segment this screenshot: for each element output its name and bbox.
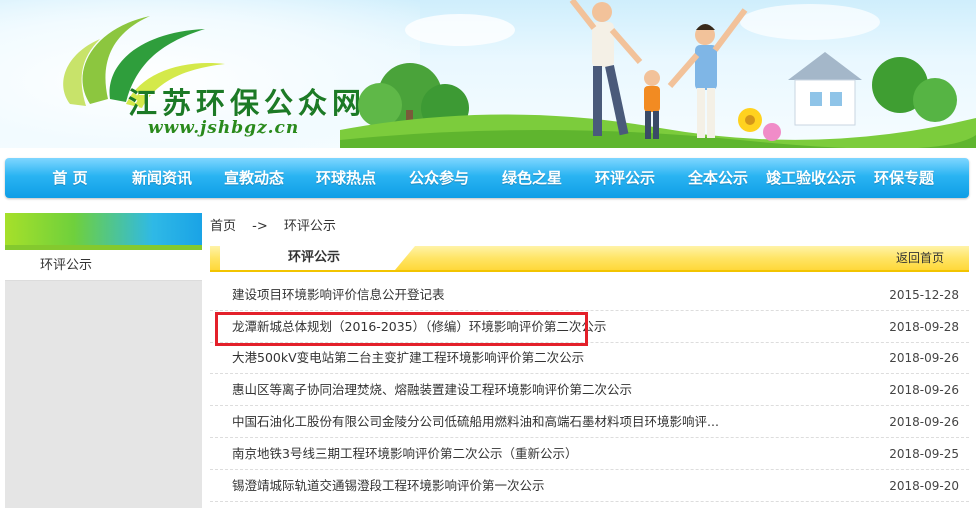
nav-item-topics[interactable]: 环保专题 bbox=[874, 158, 934, 198]
breadcrumb-separator: -> bbox=[252, 219, 268, 234]
nav-item-global[interactable]: 环球热点 bbox=[316, 158, 376, 198]
nav-item-home[interactable]: 首 页 bbox=[52, 158, 87, 198]
list-item: 中国石油化工股份有限公司金陵分公司低硫船用燃料油和高端石墨材料项目环境影响评..… bbox=[210, 407, 969, 438]
nav-item-education[interactable]: 宣教动态 bbox=[224, 158, 284, 198]
main-nav: 首 页 新闻资讯 宣教动态 环球热点 公众参与 绿色之星 环评公示 全本公示 竣… bbox=[5, 158, 969, 198]
article-date: 2018-09-26 bbox=[889, 383, 959, 397]
list-item: 南京地铁3号线三期工程环境影响评价第二次公示（重新公示） 2018-09-25 bbox=[210, 439, 969, 470]
article-title-link[interactable]: 南京地铁3号线三期工程环境影响评价第二次公示（重新公示） bbox=[232, 439, 577, 469]
nav-item-public[interactable]: 公众参与 bbox=[409, 158, 469, 198]
back-home-link[interactable]: 返回首页 bbox=[896, 246, 944, 270]
list-item: 建设项目环境影响评价信息公开登记表 2015-12-28 bbox=[210, 280, 969, 311]
article-title-link[interactable]: 中国石油化工股份有限公司金陵分公司低硫船用燃料油和高端石墨材料项目环境影响评..… bbox=[232, 407, 719, 437]
article-date: 2018-09-25 bbox=[889, 447, 959, 461]
sidebar-header bbox=[5, 213, 202, 250]
family-scene-illustration bbox=[340, 0, 976, 148]
article-date: 2018-09-26 bbox=[889, 351, 959, 365]
sidebar-panel bbox=[5, 250, 202, 508]
site-name: 江苏环保公众网 bbox=[128, 86, 367, 120]
nav-item-news[interactable]: 新闻资讯 bbox=[132, 158, 192, 198]
nav-item-acceptance[interactable]: 竣工验收公示 bbox=[766, 158, 856, 198]
nav-item-full-notice[interactable]: 全本公示 bbox=[688, 158, 748, 198]
list-item: 锡澄靖城际轨道交通锡澄段工程环境影响评价第一次公示 2018-09-20 bbox=[210, 471, 969, 502]
breadcrumb-current: 环评公示 bbox=[283, 219, 336, 234]
highlight-box bbox=[215, 312, 588, 346]
site-banner: 江苏环保公众网 www.jshbgz.cn bbox=[0, 0, 976, 148]
article-title-link[interactable]: 惠山区等离子协同治理焚烧、熔融装置建设工程环境影响评价第二次公示 bbox=[232, 375, 632, 405]
nav-item-green-star[interactable]: 绿色之星 bbox=[502, 158, 562, 198]
article-title-link[interactable]: 大港500kV变电站第二台主变扩建工程环境影响评价第二次公示 bbox=[232, 343, 584, 373]
article-date: 2018-09-28 bbox=[889, 320, 959, 334]
article-title-link[interactable]: 锡澄靖城际轨道交通锡澄段工程环境影响评价第一次公示 bbox=[232, 471, 545, 501]
site-url: www.jshbgz.cn bbox=[148, 118, 300, 138]
section-title: 环评公示 bbox=[220, 246, 415, 270]
breadcrumb: 首页 -> 环评公示 bbox=[210, 216, 336, 238]
sidebar-item-eia-notice[interactable]: 环评公示 bbox=[5, 250, 202, 281]
article-title-link[interactable]: 建设项目环境影响评价信息公开登记表 bbox=[232, 280, 445, 310]
section-title-bar: 环评公示 返回首页 bbox=[210, 246, 969, 272]
article-date: 2015-12-28 bbox=[889, 288, 959, 302]
list-item: 惠山区等离子协同治理焚烧、熔融装置建设工程环境影响评价第二次公示 2018-09… bbox=[210, 375, 969, 406]
article-date: 2018-09-26 bbox=[889, 415, 959, 429]
nav-item-eia-notice[interactable]: 环评公示 bbox=[595, 158, 655, 198]
article-date: 2018-09-20 bbox=[889, 479, 959, 493]
list-item: 大港500kV变电站第二台主变扩建工程环境影响评价第二次公示 2018-09-2… bbox=[210, 343, 969, 374]
breadcrumb-home-link[interactable]: 首页 bbox=[210, 216, 236, 238]
